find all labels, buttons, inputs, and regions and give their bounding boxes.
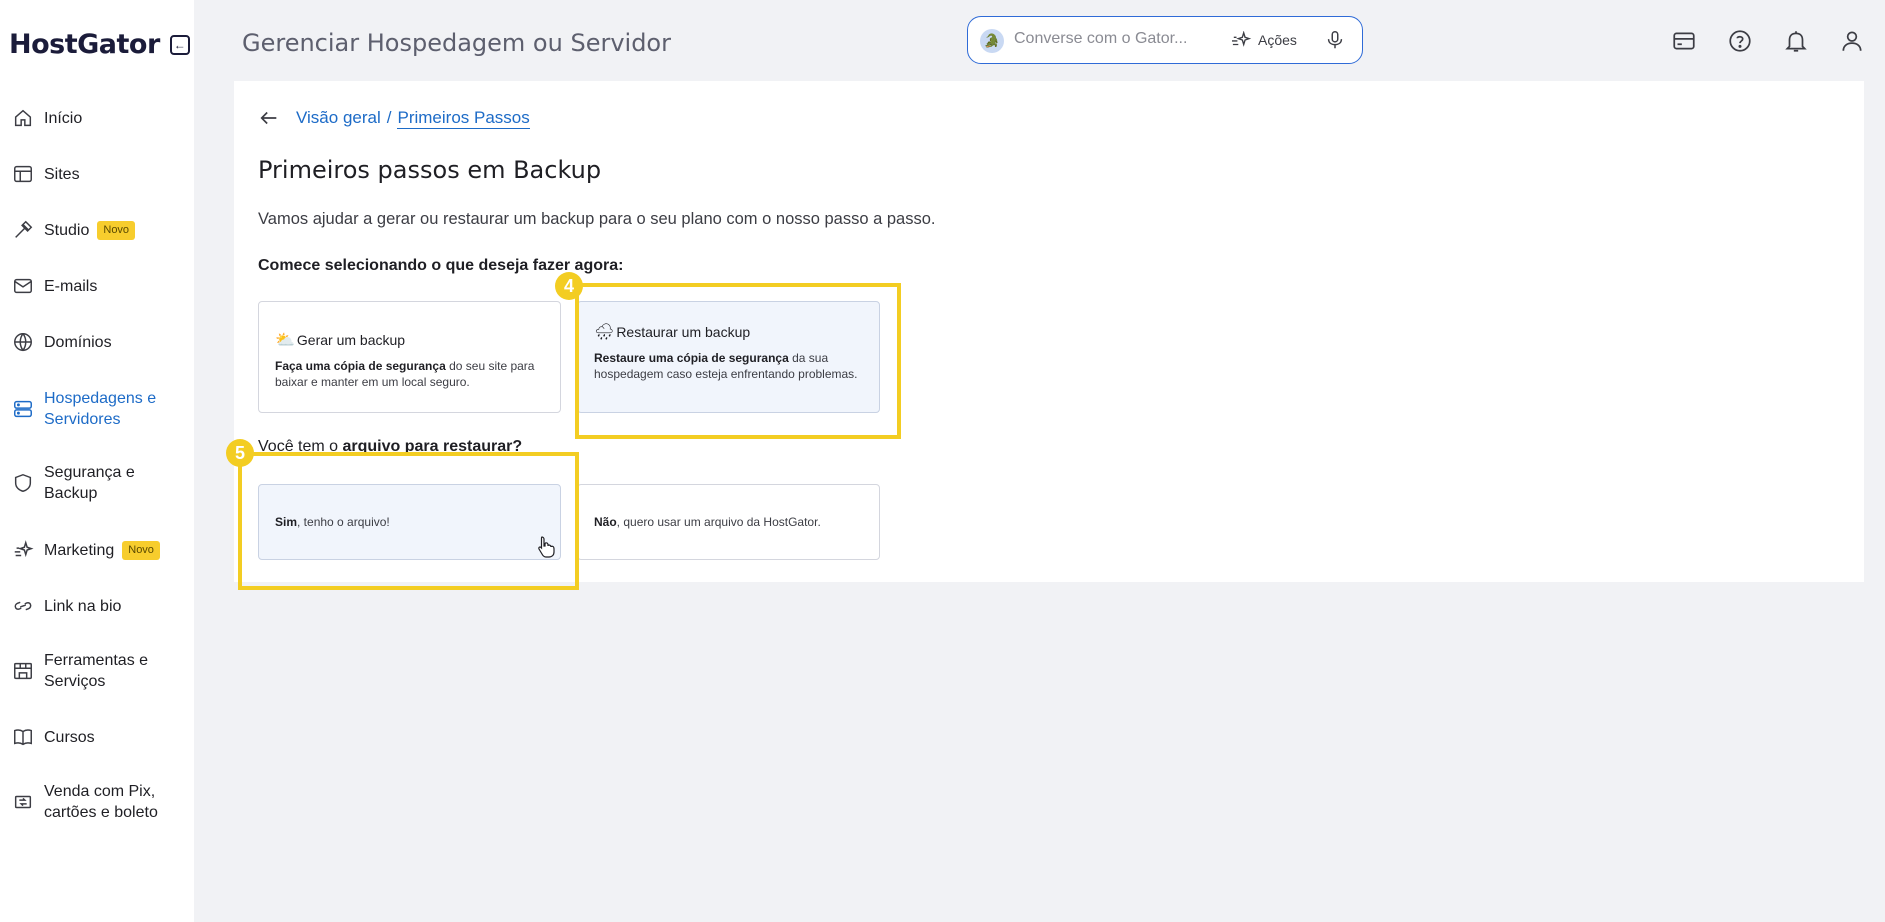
restore-backup-description: Restaure uma cópia de segurança da sua h… (594, 351, 858, 381)
logo[interactable]: HostGator ← (9, 29, 190, 60)
sidebar-item-venda-pix[interactable]: Venda com Pix, cartões e boleto (0, 781, 194, 823)
sidebar-item-label: Link na bio (44, 597, 122, 615)
page-title: Gerenciar Hospedagem ou Servidor (242, 29, 671, 57)
tools-icon (12, 660, 34, 682)
generate-backup-description: Faça uma cópia de segurança do seu site … (275, 359, 535, 389)
main-content: Visão geral / Primeiros Passos Primeiros… (234, 81, 1864, 582)
sidebar-item-dominios[interactable]: Domínios (0, 331, 194, 353)
billing-icon[interactable] (1671, 28, 1697, 54)
shield-icon (12, 472, 34, 494)
sidebar-item-link-na-bio[interactable]: Link na bio (0, 595, 194, 617)
new-badge: Novo (122, 540, 160, 560)
sidebar: HostGator ← Início Sites Studio Novo E-ma… (0, 0, 194, 922)
sidebar-item-label: E-mails (44, 277, 98, 295)
server-icon (12, 398, 34, 420)
generate-backup-card[interactable]: ⛅ Gerar um backup Faça uma cópia de segu… (258, 301, 561, 413)
sidebar-item-inicio[interactable]: Início (0, 107, 194, 129)
actions-button[interactable]: Ações (1230, 31, 1297, 49)
chat-input[interactable] (1014, 30, 1214, 48)
payment-icon (12, 791, 34, 813)
sidebar-item-studio[interactable]: Studio Novo (0, 219, 194, 241)
sidebar-item-seguranca[interactable]: Segurança e Backup (0, 462, 194, 504)
sidebar-item-hospedagens[interactable]: Hospedagens e Servidores (0, 388, 194, 430)
sidebar-item-label: Início (44, 109, 83, 127)
breadcrumb-current[interactable]: Primeiros Passos (397, 108, 530, 129)
breadcrumb-separator: / (386, 108, 392, 127)
breadcrumb-overview-link[interactable]: Visão geral (296, 108, 381, 128)
gator-avatar-icon: 🐊 (980, 29, 1004, 53)
sidebar-item-cursos[interactable]: Cursos (0, 726, 194, 748)
cloud-restore-icon: 🌧 (594, 324, 615, 341)
mail-icon (12, 275, 34, 297)
generate-backup-title: ⛅ Gerar um backup (275, 332, 406, 349)
step-5-badge: 5 (226, 439, 254, 467)
microphone-icon[interactable] (1324, 29, 1346, 51)
option-no-label: Não, quero usar um arquivo da HostGator. (594, 515, 821, 529)
book-icon (12, 726, 34, 748)
sidebar-item-label: Marketing Novo (44, 540, 160, 561)
brand-name: HostGator (9, 29, 160, 60)
gator-chat-box[interactable]: 🐊 Ações (967, 16, 1363, 64)
sidebar-item-label: Segurança e Backup (44, 464, 135, 502)
breadcrumb: Visão geral / Primeiros Passos (258, 107, 530, 129)
sidebar-item-label: Hospedagens e Servidores (44, 390, 157, 428)
section-title: Primeiros passos em Backup (258, 156, 602, 184)
studio-icon (12, 219, 34, 241)
sidebar-item-marketing[interactable]: Marketing Novo (0, 539, 194, 561)
sidebar-item-label: Venda com Pix, cartões e boleto (44, 783, 158, 821)
restore-backup-title: 🌧 Restaurar um backup (594, 324, 751, 341)
layout-icon (12, 163, 34, 185)
user-profile-icon[interactable] (1839, 28, 1865, 54)
collapse-sidebar-icon[interactable]: ← (169, 34, 190, 55)
actions-label: Ações (1258, 32, 1297, 48)
hand-cursor-icon (538, 536, 555, 558)
sidebar-item-label: Cursos (44, 728, 95, 746)
sidebar-item-ferramentas[interactable]: Ferramentas e Serviços (0, 650, 194, 692)
link-icon (12, 595, 34, 617)
section-subtitle: Vamos ajudar a gerar ou restaurar um bac… (258, 210, 936, 228)
sidebar-item-label: Studio Novo (44, 220, 136, 241)
option-no-use-hostgator-file[interactable]: Não, quero usar um arquivo da HostGator. (577, 484, 880, 560)
option-yes-have-file[interactable]: Sim, tenho o arquivo! (258, 484, 561, 560)
notifications-bell-icon[interactable] (1783, 28, 1809, 54)
sidebar-item-label: Ferramentas e Serviços (44, 652, 149, 690)
cloud-upload-icon: ⛅ (275, 332, 295, 349)
sidebar-item-emails[interactable]: E-mails (0, 275, 194, 297)
sidebar-item-label: Domínios (44, 333, 112, 351)
option-yes-label: Sim, tenho o arquivo! (275, 515, 390, 529)
restore-backup-card[interactable]: 🌧 Restaurar um backup Restaure uma cópia… (577, 301, 880, 413)
step-two-label: Você tem o arquivo para restaurar? (258, 438, 523, 455)
globe-icon (12, 331, 34, 353)
step-4-badge: 4 (555, 272, 583, 300)
sidebar-item-sites[interactable]: Sites (0, 163, 194, 185)
back-arrow-icon[interactable] (258, 107, 280, 129)
sparkle-icon (12, 539, 34, 561)
sidebar-item-label: Sites (44, 165, 80, 183)
home-icon (12, 107, 34, 129)
help-icon[interactable] (1727, 28, 1753, 54)
new-badge: Novo (97, 220, 136, 240)
sparkle-icon (1232, 31, 1252, 47)
